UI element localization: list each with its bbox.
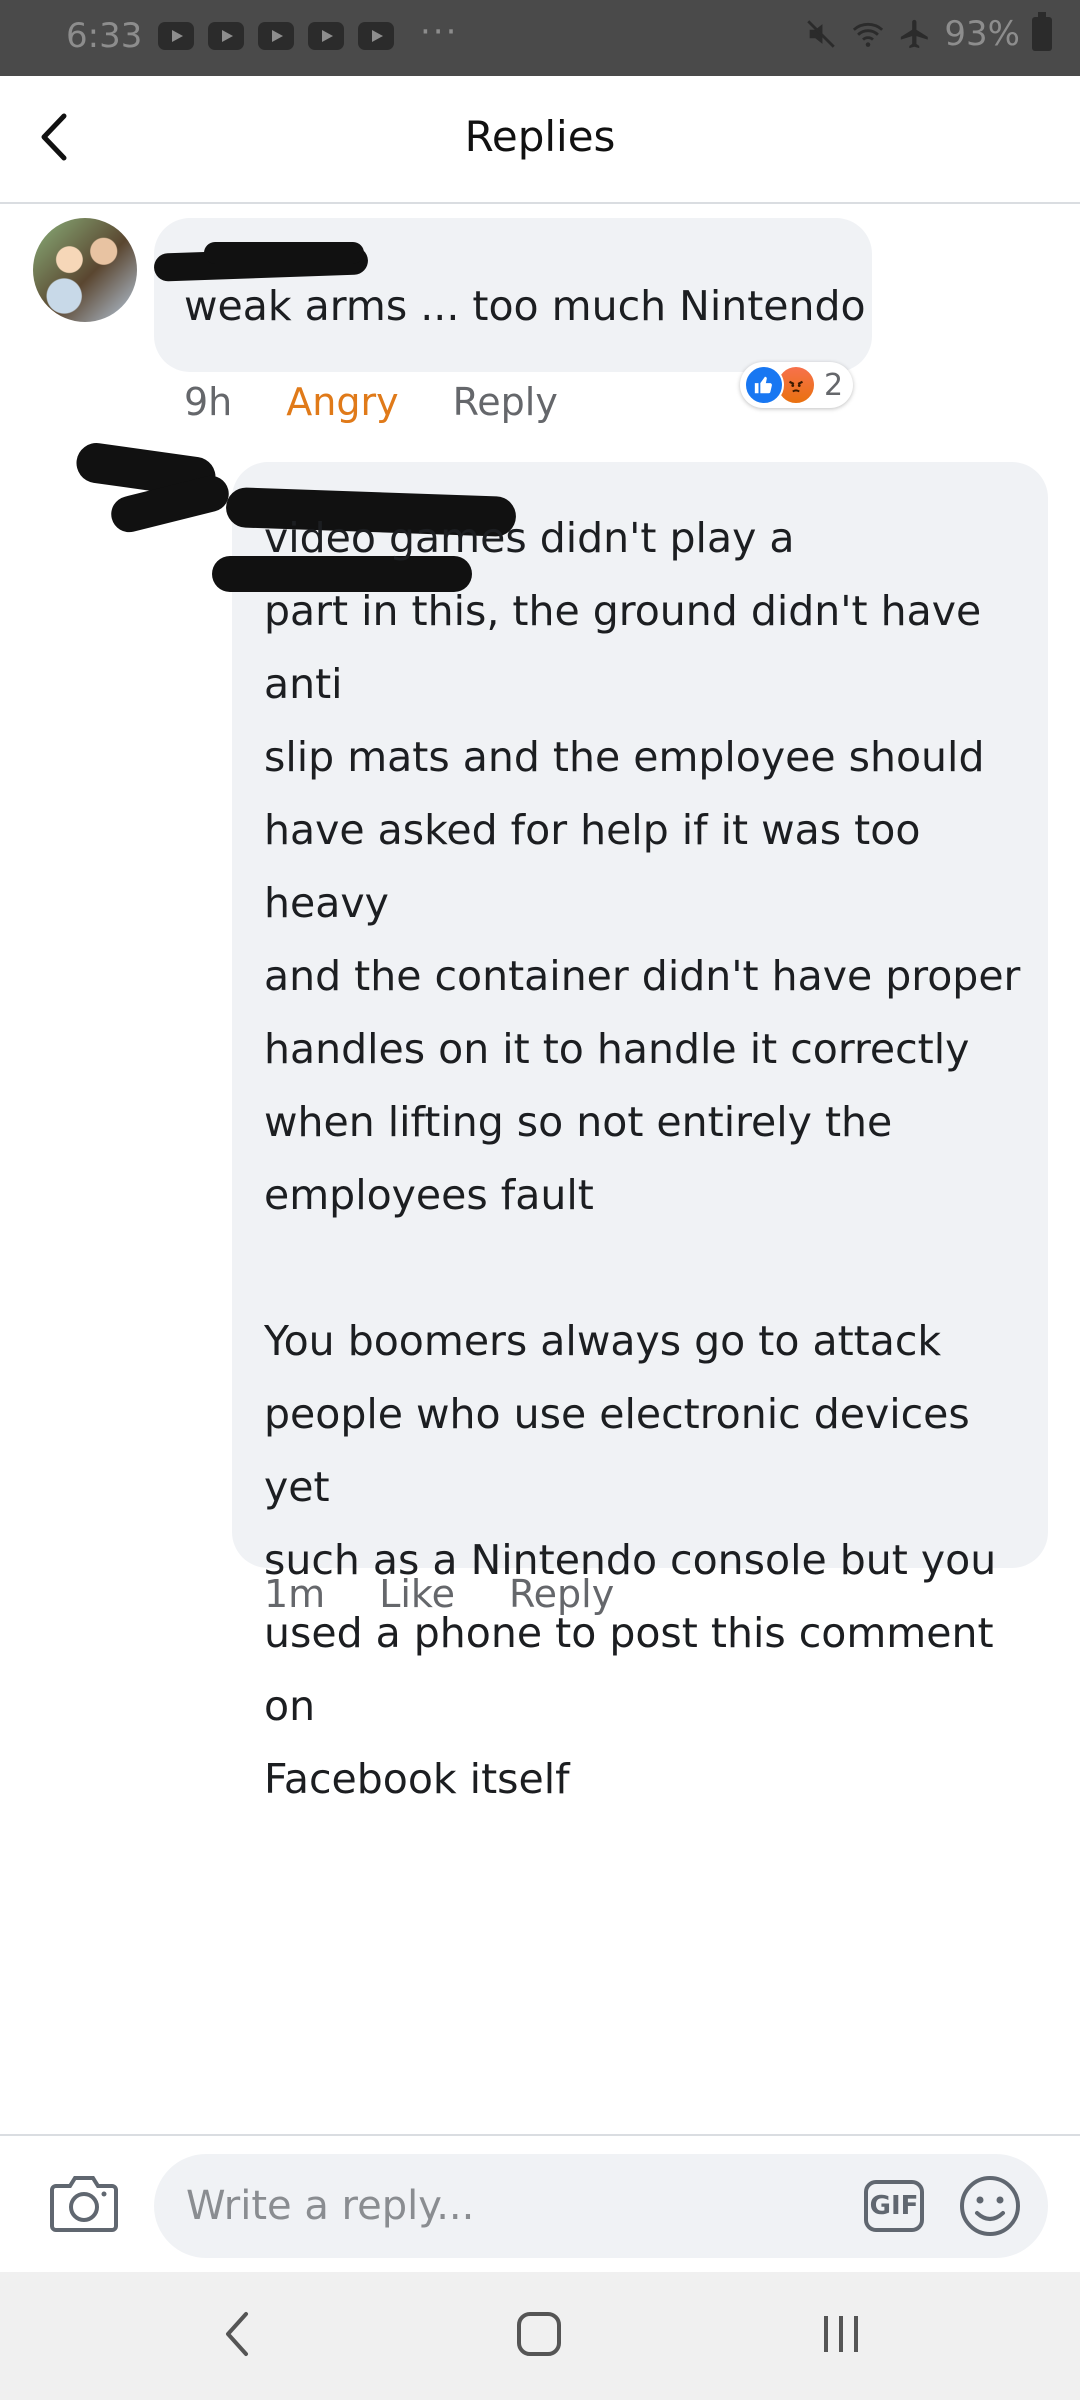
reaction-count: 2 (824, 367, 844, 403)
gif-button[interactable]: GIF (864, 2180, 924, 2232)
battery-icon (1032, 12, 1052, 51)
comment-actions: 9h Angry Reply (184, 380, 558, 424)
comment-text: weak arms ... too much Nintendo (184, 282, 866, 330)
comment-text: video games didn't play a part in this, … (264, 514, 1021, 1803)
more-notifications-icon: ··· (420, 12, 459, 52)
like-button[interactable]: Like (379, 1572, 455, 1616)
page-title: Replies (464, 112, 616, 161)
system-nav-bar (0, 2272, 1080, 2400)
status-right: 93% (804, 12, 1052, 54)
avatar[interactable] (33, 218, 137, 322)
comment-actions: 1m Like Reply (264, 1572, 614, 1616)
status-bar: 6:33 ··· 93% (0, 0, 1080, 76)
youtube-notification-icon (208, 22, 244, 50)
comment-time: 1m (264, 1572, 326, 1616)
battery-percent: 93% (944, 14, 1020, 54)
reaction-button[interactable]: Angry (286, 380, 398, 424)
reaction-summary[interactable]: 2 (740, 362, 854, 408)
youtube-notification-icon (158, 22, 194, 50)
emoji-icon[interactable] (958, 2174, 1022, 2238)
replies-sheet: Replies weak arms ... too much Nintendo … (0, 76, 1080, 2400)
airplane-icon (901, 19, 929, 49)
header: Replies (0, 76, 1080, 204)
camera-icon[interactable] (48, 2172, 120, 2234)
reply-composer: GIF (0, 2134, 1080, 2274)
notification-icons (158, 22, 394, 50)
comment-time: 9h (184, 380, 233, 424)
wifi-icon (853, 22, 884, 47)
youtube-notification-icon (358, 22, 394, 50)
youtube-notification-icon (258, 22, 294, 50)
like-reaction-icon (744, 365, 784, 405)
redacted-author-name (204, 242, 364, 264)
comment-bubble[interactable]: video games didn't play a part in this, … (212, 462, 1048, 1803)
reply-button[interactable]: Reply (509, 1572, 614, 1616)
nav-home-icon[interactable] (514, 2306, 564, 2362)
status-time: 6:33 (66, 16, 143, 56)
nav-recents-icon[interactable] (818, 2306, 864, 2362)
reply-button[interactable]: Reply (453, 380, 558, 424)
youtube-notification-icon (308, 22, 344, 50)
comment-bubble[interactable]: weak arms ... too much Nintendo (153, 218, 872, 372)
nav-back-icon[interactable] (218, 2306, 254, 2362)
mute-icon (807, 20, 836, 48)
